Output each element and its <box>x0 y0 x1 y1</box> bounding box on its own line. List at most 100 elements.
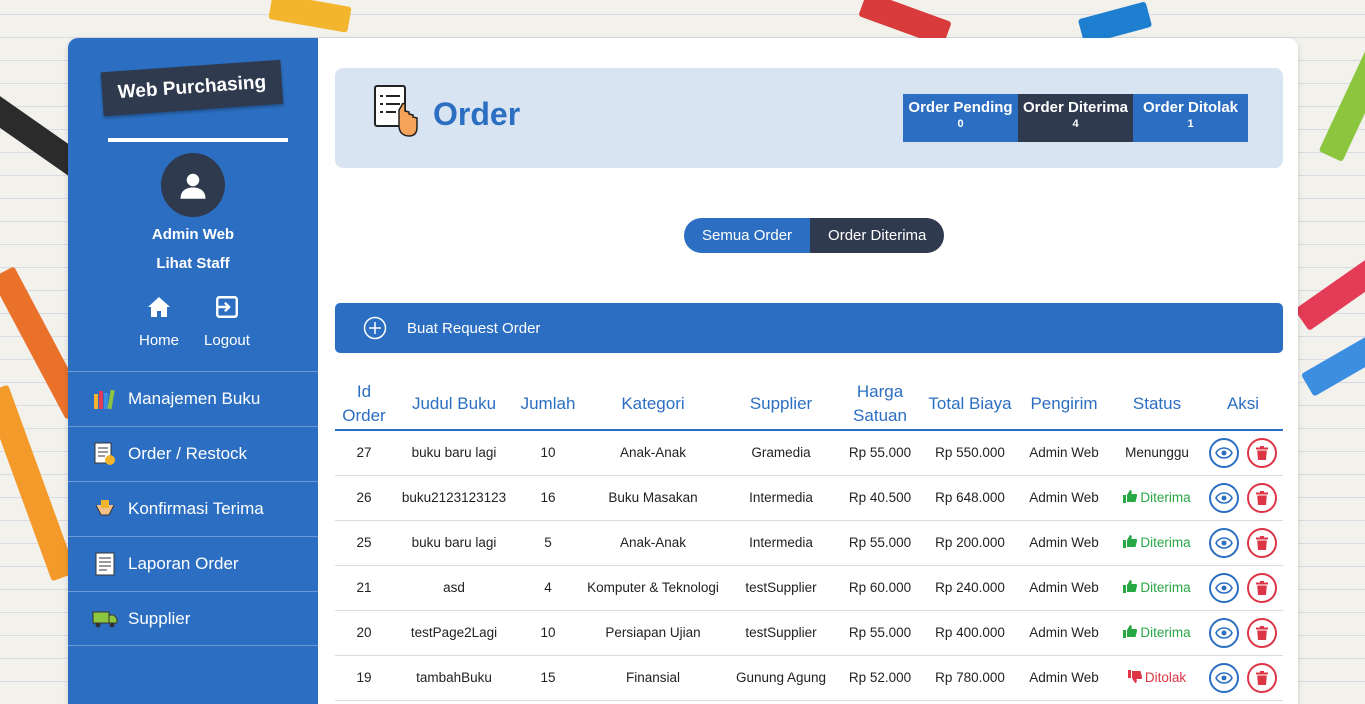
thumbs-up-icon <box>1123 535 1138 548</box>
cell-id: 26 <box>335 475 393 521</box>
trash-icon <box>1256 535 1268 550</box>
thumbs-down-icon <box>1127 670 1142 683</box>
books-icon <box>92 386 118 412</box>
stat-order-pending: Order Pending 0 <box>903 94 1018 142</box>
sidebar-item-konfirmasi-terima[interactable]: Konfirmasi Terima <box>68 481 318 536</box>
cell-sender: Admin Web <box>1017 565 1111 611</box>
logout-label: Logout <box>204 332 250 349</box>
order-filter-toggle: Semua Order Order Diterima <box>684 218 945 253</box>
user-name: Admin Web <box>151 226 235 243</box>
table-row: 19 tambahBuku 15 Finansial Gunung Agung Rp 52… <box>335 655 1283 701</box>
cell-sender: Admin Web <box>1017 610 1111 656</box>
table-row: 25 buku baru lagi 5 Anak-Anak Intermedia Rp 5… <box>335 520 1283 566</box>
create-order-button[interactable]: Buat Request Order <box>335 303 1283 353</box>
delete-order-button[interactable] <box>1247 572 1277 603</box>
order-stats: Order Pending 0 Order Diterima 4 Order D… <box>903 94 1248 142</box>
handshake-icon <box>92 496 118 522</box>
cell-title: buku baru lagi <box>393 430 515 476</box>
filter-all-orders-button[interactable]: Semua Order <box>684 218 811 253</box>
eye-icon <box>1215 491 1233 504</box>
cell-status: Diterima <box>1111 610 1203 656</box>
logout-button[interactable]: Logout <box>192 292 262 349</box>
cell-sender: Admin Web <box>1017 655 1111 701</box>
thumbs-up-icon <box>1123 625 1138 638</box>
trash-icon <box>1256 445 1268 460</box>
sidebar-item-order-restock[interactable]: Order / Restock <box>68 426 318 481</box>
user-icon <box>180 173 206 199</box>
col-harga-satuan: Harga Satuan <box>837 378 923 431</box>
sidebar-item-manajemen-buku[interactable]: Manajemen Buku <box>68 371 318 426</box>
cell-total: Rp 648.000 <box>923 475 1017 521</box>
col-kategori: Kategori <box>581 378 725 431</box>
truck-icon <box>92 606 118 632</box>
table-row: 20 testPage2Lagi 10 Persiapan Ujian testSupp… <box>335 610 1283 656</box>
trash-icon <box>1256 490 1268 505</box>
brand-logo: Web Purchasing <box>100 59 284 117</box>
sidebar-item-laporan-order[interactable]: Laporan Order <box>68 536 318 591</box>
status-label: Diterima <box>1140 580 1191 595</box>
cell-status: Menunggu <box>1111 430 1203 476</box>
cell-qty: 4 <box>515 565 581 611</box>
cell-id: 20 <box>335 610 393 656</box>
eye-icon <box>1215 536 1233 549</box>
cell-actions <box>1203 610 1283 656</box>
cell-actions <box>1203 430 1283 476</box>
cell-supplier: Gramedia <box>725 430 837 476</box>
cell-qty: 16 <box>515 475 581 521</box>
view-order-button[interactable] <box>1209 617 1239 648</box>
sidebar-menu: Manajemen Buku Order / Restock Konfirmas… <box>68 371 318 646</box>
table-row: 27 buku baru lagi 10 Anak-Anak Gramedia Rp 55… <box>335 430 1283 476</box>
table-row: 26 buku2123123123 16 Buku Masakan Intermedia… <box>335 475 1283 521</box>
main-content: Order Order Pending 0 Order Diterima 4 O… <box>318 38 1298 704</box>
delete-order-button[interactable] <box>1247 482 1277 513</box>
cell-total: Rp 550.000 <box>923 430 1017 476</box>
logout-icon <box>216 296 238 318</box>
cell-title: testPage2Lagi <box>393 610 515 656</box>
eye-icon <box>1215 671 1233 684</box>
cell-id: 19 <box>335 655 393 701</box>
cell-price: Rp 60.000 <box>837 565 923 611</box>
order-icon <box>92 441 118 467</box>
cell-status: Diterima <box>1111 565 1203 611</box>
filter-received-orders-button[interactable]: Order Diterima <box>810 218 945 253</box>
view-order-button[interactable] <box>1209 662 1239 693</box>
cell-actions <box>1203 655 1283 701</box>
status-label: Menunggu <box>1125 445 1189 461</box>
cell-supplier: testSupplier <box>725 610 837 656</box>
cell-category: Finansial <box>581 655 725 701</box>
view-staff-link[interactable]: Lihat Staff <box>68 255 318 272</box>
sidebar-item-supplier[interactable]: Supplier <box>68 591 318 646</box>
cell-price: Rp 55.000 <box>837 610 923 656</box>
table-row: 21 asd 4 Komputer & Teknologi testSupplier Rp… <box>335 565 1283 611</box>
stat-order-diterima: Order Diterima 4 <box>1018 94 1133 142</box>
home-button[interactable]: Home <box>124 292 194 349</box>
sidebar-item-label: Manajemen Buku <box>128 389 261 408</box>
trash-icon <box>1256 580 1268 595</box>
delete-order-button[interactable] <box>1247 527 1277 558</box>
cell-total: Rp 780.000 <box>923 655 1017 701</box>
cell-status: Ditolak <box>1111 655 1203 701</box>
cell-category: Buku Masakan <box>581 475 725 521</box>
col-supplier: Supplier <box>725 378 837 431</box>
status-label: Diterima <box>1140 535 1191 550</box>
delete-order-button[interactable] <box>1247 437 1277 468</box>
cell-actions <box>1203 565 1283 611</box>
view-order-button[interactable] <box>1209 572 1239 603</box>
view-order-button[interactable] <box>1209 482 1239 513</box>
view-order-button[interactable] <box>1209 437 1239 468</box>
cell-price: Rp 52.000 <box>837 655 923 701</box>
cell-actions <box>1203 520 1283 566</box>
home-icon <box>148 297 170 317</box>
col-aksi: Aksi <box>1203 378 1283 431</box>
cell-id: 21 <box>335 565 393 611</box>
divider <box>108 138 288 142</box>
cell-supplier: Intermedia <box>725 475 837 521</box>
cell-title: asd <box>393 565 515 611</box>
delete-order-button[interactable] <box>1247 617 1277 648</box>
delete-order-button[interactable] <box>1247 662 1277 693</box>
cell-sender: Admin Web <box>1017 520 1111 566</box>
cell-id: 25 <box>335 520 393 566</box>
avatar <box>161 153 225 217</box>
view-order-button[interactable] <box>1209 527 1239 558</box>
page-title: Order <box>433 96 521 132</box>
